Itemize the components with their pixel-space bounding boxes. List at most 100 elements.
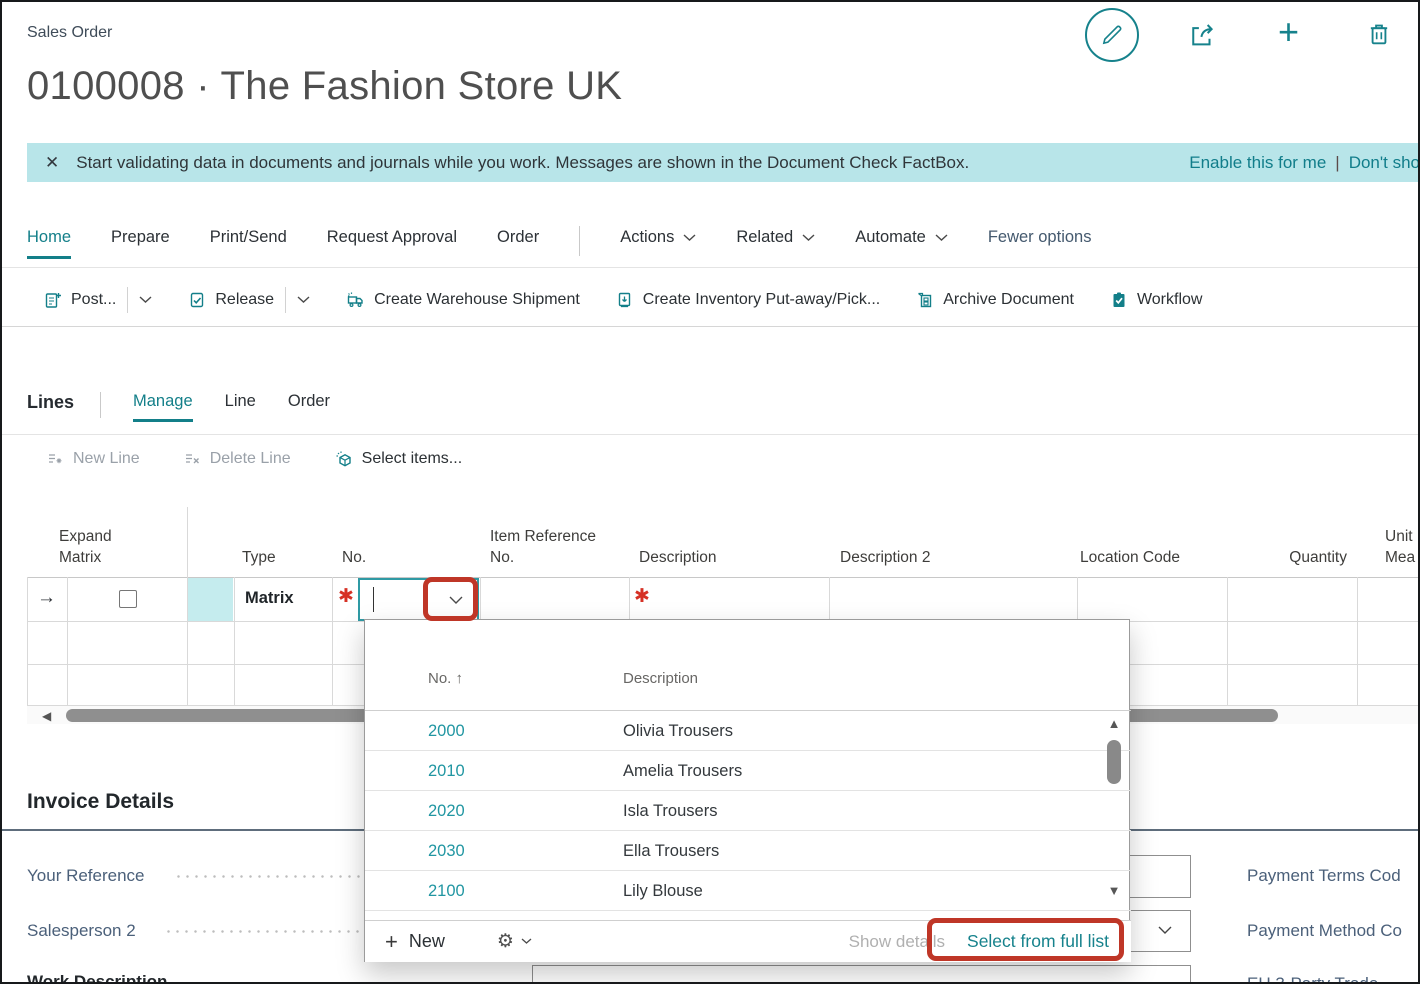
document-type-label: Sales Order <box>27 24 112 42</box>
archive-document-label: Archive Document <box>943 291 1074 309</box>
tab-print-send[interactable]: Print/Send <box>210 228 287 256</box>
create-inventory-putaway-button[interactable]: Create Inventory Put-away/Pick... <box>616 291 880 309</box>
select-items-button[interactable]: Select items... <box>335 450 462 468</box>
list-item[interactable]: 2030Ella Trousers <box>365 831 1131 871</box>
item-no[interactable]: 2010 <box>428 751 623 791</box>
gridline <box>332 577 333 705</box>
tab-home[interactable]: Home <box>27 228 71 259</box>
item-no[interactable]: 2030 <box>428 831 623 871</box>
expand-matrix-checkbox[interactable] <box>119 590 137 608</box>
menu-related[interactable]: Related <box>736 228 815 247</box>
item-no[interactable]: 2020 <box>428 791 623 831</box>
new-document-button[interactable]: + <box>1278 14 1299 50</box>
ribbon-divider <box>579 226 580 256</box>
workflow-button[interactable]: Workflow <box>1110 291 1203 309</box>
delete-line-button[interactable]: Delete Line <box>184 450 291 468</box>
divider <box>2 434 1420 435</box>
plus-icon: + <box>1278 11 1299 52</box>
chevron-down-icon <box>935 234 948 242</box>
post-label: Post... <box>71 291 116 309</box>
scroll-left-arrow-icon[interactable]: ◀ <box>42 709 51 723</box>
dropdown-column-description[interactable]: Description <box>623 670 698 687</box>
salesperson2-dropdown-chevron-icon[interactable] <box>1158 926 1172 935</box>
menu-actions[interactable]: Actions <box>620 228 696 247</box>
create-warehouse-shipment-button[interactable]: Create Warehouse Shipment <box>346 291 580 309</box>
release-button[interactable]: Release <box>188 287 310 313</box>
lines-divider <box>100 392 101 418</box>
required-marker-no: ✱ <box>338 585 354 608</box>
list-item[interactable]: 2000Olivia Trousers <box>365 711 1131 751</box>
dropdown-column-no[interactable]: No. ↑ <box>428 670 463 687</box>
notification-banner: ✕ Start validating data in documents and… <box>27 143 1420 182</box>
work-description-input[interactable] <box>532 965 1191 984</box>
item-no-dropdown-chevron-icon[interactable] <box>449 596 463 605</box>
archive-icon <box>916 291 934 309</box>
delete-button[interactable] <box>1365 20 1393 48</box>
select-from-full-list-link[interactable]: Select from full list <box>967 931 1109 952</box>
item-no-input[interactable] <box>358 578 479 621</box>
delete-line-label: Delete Line <box>210 450 291 468</box>
chevron-down-icon[interactable] <box>139 296 152 304</box>
column-header-item-reference: Item ReferenceNo. <box>490 526 596 568</box>
dropdown-scroll-down-icon[interactable]: ▼ <box>1102 883 1126 898</box>
column-header-description: Description <box>639 547 717 568</box>
item-no[interactable]: 2000 <box>428 711 623 751</box>
item-no[interactable]: 2110 <box>428 911 623 920</box>
list-item[interactable]: 2110Mia Bl <box>365 911 1131 920</box>
list-item[interactable]: 2010Amelia Trousers <box>365 751 1131 791</box>
dropdown-new-button[interactable]: + New <box>385 929 445 955</box>
tab-request-approval[interactable]: Request Approval <box>327 228 457 256</box>
banner-enable-link[interactable]: Enable this for me <box>1189 153 1326 173</box>
list-item[interactable]: 2020Isla Trousers <box>365 791 1131 831</box>
banner-dismiss-link[interactable]: Don't sho <box>1349 153 1420 173</box>
eu-3party-trade-label: EU 3-Party Trade <box>1247 974 1378 984</box>
dropdown-scrollbar-thumb[interactable] <box>1107 740 1121 784</box>
create-warehouse-shipment-label: Create Warehouse Shipment <box>374 291 580 309</box>
work-description-label: Work Description <box>27 972 167 984</box>
lines-tab-manage[interactable]: Manage <box>133 392 193 422</box>
chevron-down-icon <box>683 234 696 242</box>
fewer-options-link[interactable]: Fewer options <box>988 228 1092 247</box>
sales-order-page: Sales Order 0100008 · The Fashion Store … <box>0 0 1420 984</box>
lines-tab-line[interactable]: Line <box>225 392 256 419</box>
tab-order[interactable]: Order <box>497 228 539 256</box>
post-button[interactable]: Post... <box>44 287 152 313</box>
gridline <box>1357 577 1358 705</box>
column-header-description2: Description 2 <box>840 547 930 568</box>
new-line-icon <box>47 451 64 468</box>
plus-icon: + <box>385 929 398 955</box>
gridline <box>67 577 68 705</box>
archive-document-button[interactable]: Archive Document <box>916 291 1074 309</box>
dropdown-settings-button[interactable]: ⚙ <box>497 930 532 953</box>
column-header-type: Type <box>242 547 276 568</box>
chevron-down-icon <box>521 938 532 945</box>
release-icon <box>188 291 206 309</box>
workflow-label: Workflow <box>1137 291 1203 309</box>
item-description: Amelia Trousers <box>623 762 742 780</box>
list-item[interactable]: 2100Lily Blouse <box>365 871 1131 911</box>
dropdown-scroll-up-icon[interactable]: ▲ <box>1102 716 1126 731</box>
gridline <box>234 577 235 705</box>
gridline <box>27 577 28 705</box>
chevron-down-icon[interactable] <box>297 296 310 304</box>
tab-prepare[interactable]: Prepare <box>111 228 170 256</box>
trash-icon <box>1365 20 1393 48</box>
type-cell-value[interactable]: Matrix <box>245 589 294 608</box>
lines-tab-order[interactable]: Order <box>288 392 330 419</box>
page-title: 0100008 · The Fashion Store UK <box>27 64 622 109</box>
workflow-icon <box>1110 291 1128 309</box>
dropdown-footer: + New ⚙ Show details Select from full li… <box>365 920 1131 962</box>
banner-close-icon[interactable]: ✕ <box>45 153 59 173</box>
item-description: Ella Trousers <box>623 842 719 860</box>
item-no[interactable]: 2100 <box>428 871 623 911</box>
new-line-button[interactable]: New Line <box>47 450 140 468</box>
required-marker-description: ✱ <box>634 585 650 608</box>
column-header-unit-of-measure: UnitMea <box>1385 526 1415 568</box>
edit-button[interactable] <box>1085 8 1139 62</box>
menu-automate[interactable]: Automate <box>855 228 948 247</box>
show-details-link[interactable]: Show details <box>849 932 945 952</box>
item-description: Olivia Trousers <box>623 722 733 740</box>
share-button[interactable] <box>1187 20 1217 50</box>
putaway-icon <box>616 291 634 309</box>
delete-line-icon <box>184 451 201 468</box>
